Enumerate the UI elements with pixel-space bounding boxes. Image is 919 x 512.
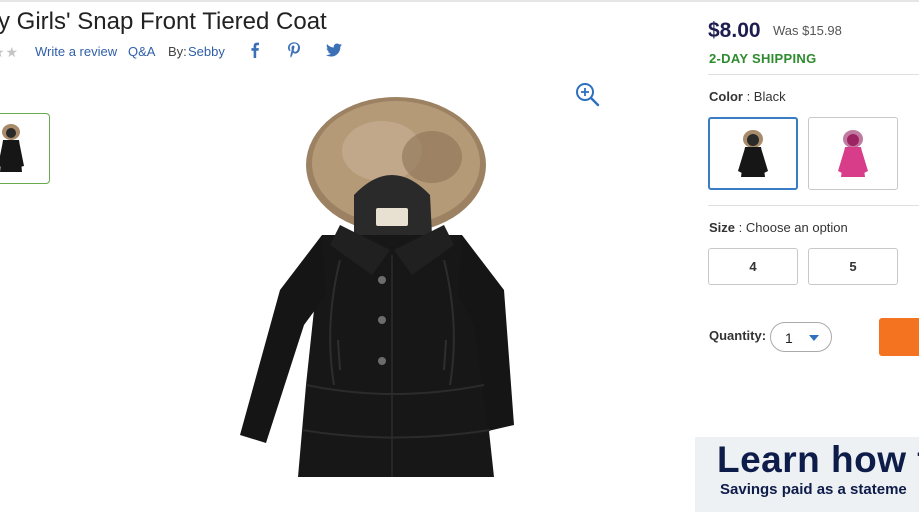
color-swatch-black[interactable] <box>708 117 798 190</box>
size-option-label: Size : Choose an option <box>709 220 848 235</box>
promo-title: Learn how to <box>717 439 919 480</box>
divider <box>708 74 919 75</box>
brand-link[interactable]: Sebby <box>188 44 225 59</box>
size-button-5[interactable]: 5 <box>808 248 898 285</box>
twitter-icon[interactable] <box>324 40 344 60</box>
facebook-icon[interactable] <box>245 40 265 60</box>
quantity-label: Quantity: <box>709 328 767 343</box>
product-main-image <box>240 97 514 477</box>
promo-subtitle: Savings paid as a stateme <box>720 481 907 498</box>
product-title: y Girls' Snap Front Tiered Coat <box>0 8 327 35</box>
quantity-value: 1 <box>785 330 793 346</box>
top-divider <box>0 0 919 2</box>
quantity-select[interactable]: 1 <box>770 322 832 352</box>
color-swatch-pink[interactable] <box>808 117 898 190</box>
write-review-link[interactable]: Write a review <box>35 44 117 59</box>
shipping-badge: 2-DAY SHIPPING <box>709 51 817 66</box>
qa-link[interactable]: Q&A <box>128 44 155 59</box>
black-coat-thumbnail[interactable] <box>0 113 50 184</box>
brand-label: By: <box>168 44 187 59</box>
add-to-cart-button[interactable] <box>879 318 919 356</box>
black-coat-swatch-image <box>738 130 768 177</box>
pink-coat-swatch-image <box>838 130 868 177</box>
pinterest-icon[interactable] <box>284 40 304 60</box>
zoom-in-icon[interactable] <box>574 81 600 107</box>
divider <box>708 205 919 206</box>
size-button-4[interactable]: 4 <box>708 248 798 285</box>
size-prompt: Choose an option <box>745 220 848 235</box>
promo-banner[interactable]: Learn how to Savings paid as a stateme <box>695 437 919 512</box>
rating-stars: ★★ <box>0 44 20 60</box>
selected-color-value: Black <box>753 89 786 104</box>
chevron-down-icon <box>809 335 819 341</box>
product-price: $8.00 <box>708 19 761 42</box>
thumbnail-coat-image <box>0 124 24 172</box>
color-option-label: Color : Black <box>709 89 786 104</box>
was-price: Was $15.98 <box>773 23 842 38</box>
